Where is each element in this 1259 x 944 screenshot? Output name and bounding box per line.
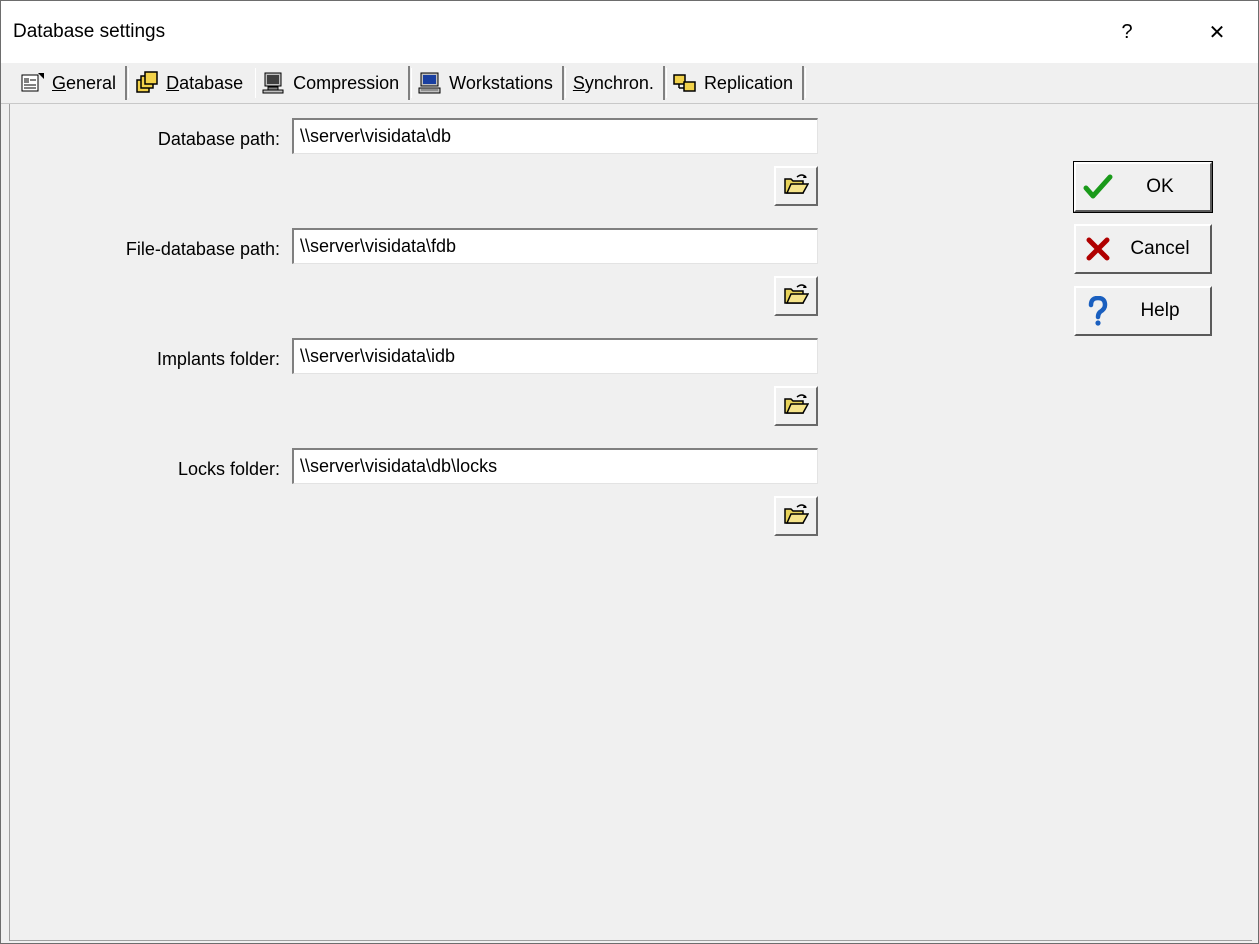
file-database-path-label: File-database path:	[125, 239, 280, 259]
tab-general[interactable]: General	[13, 66, 130, 100]
checkmark-icon	[1076, 174, 1120, 200]
window-title: Database settings	[13, 21, 166, 42]
open-folder-icon	[783, 393, 810, 420]
tab-general-label: General	[52, 72, 117, 93]
file-database-path-browse-button[interactable]	[774, 276, 818, 316]
help-question-icon	[1076, 296, 1120, 326]
tab-workstations[interactable]: Workstations	[410, 66, 566, 100]
tab-compression-label: Compression	[293, 72, 400, 93]
database-icon	[134, 71, 160, 95]
close-button[interactable]: ✕	[1177, 1, 1257, 63]
tab-page-database: Database path: File-database path:	[9, 104, 1252, 941]
database-path-label: Database path:	[157, 129, 280, 149]
database-path-input[interactable]	[292, 118, 818, 154]
locks-folder-label: Locks folder:	[177, 459, 280, 479]
tab-database[interactable]: Database	[127, 66, 257, 100]
dialog-window: Database settings ? ✕ General Database C…	[0, 0, 1259, 944]
open-folder-icon	[783, 503, 810, 530]
ok-button-label: OK	[1146, 176, 1174, 197]
database-path-browse-button[interactable]	[774, 166, 818, 206]
tab-database-label: Database	[166, 72, 244, 93]
properties-icon	[20, 71, 46, 95]
title-bar: Database settings ? ✕	[1, 1, 1258, 63]
implants-folder-browse-button[interactable]	[774, 386, 818, 426]
help-button[interactable]: Help	[1074, 286, 1212, 336]
locks-folder-input[interactable]	[292, 448, 818, 484]
help-button-label: Help	[1140, 300, 1180, 321]
cancel-button[interactable]: Cancel	[1074, 224, 1212, 274]
tab-synchron[interactable]: Synchron.	[564, 66, 668, 100]
compression-icon	[261, 71, 287, 95]
implants-folder-input[interactable]	[292, 338, 818, 374]
tab-workstations-label: Workstations	[449, 72, 553, 93]
tab-synchron-label: Synchron.	[572, 72, 654, 93]
cancel-x-icon	[1076, 236, 1120, 262]
tab-replication-label: Replication	[703, 72, 793, 93]
open-folder-icon	[783, 283, 810, 310]
context-help-button[interactable]: ?	[1087, 1, 1167, 63]
locks-folder-browse-button[interactable]	[774, 496, 818, 536]
tab-strip: General Database Compression Workstation…	[1, 63, 1258, 103]
cancel-button-label: Cancel	[1130, 238, 1190, 259]
tab-replication[interactable]: Replication	[665, 66, 807, 100]
tab-compression[interactable]: Compression	[254, 66, 413, 100]
workstation-icon	[417, 71, 443, 95]
open-folder-icon	[783, 173, 810, 200]
implants-folder-label: Implants folder:	[156, 349, 280, 369]
file-database-path-input[interactable]	[292, 228, 818, 264]
ok-button[interactable]: OK	[1073, 161, 1213, 213]
replication-icon	[672, 71, 698, 95]
